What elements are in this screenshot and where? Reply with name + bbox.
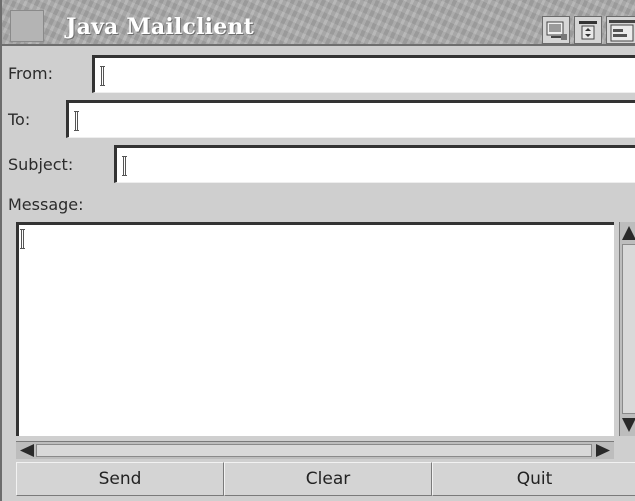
subject-field[interactable] <box>114 145 635 183</box>
text-cursor-icon <box>122 156 127 176</box>
horizontal-scroll-thumb[interactable] <box>36 444 592 457</box>
window-menu-button[interactable] <box>542 16 570 44</box>
send-button[interactable]: Send <box>16 462 224 496</box>
window-corner <box>10 10 44 42</box>
maximize-icon <box>609 20 635 42</box>
from-field[interactable] <box>92 55 635 93</box>
minimize-button[interactable] <box>574 16 602 44</box>
button-bar: Send Clear Quit <box>16 462 635 496</box>
from-label: From: <box>8 64 54 83</box>
maximize-button[interactable] <box>606 16 635 44</box>
message-textarea[interactable] <box>16 222 614 436</box>
vertical-scrollbar[interactable] <box>619 222 635 436</box>
text-cursor-icon <box>20 229 25 249</box>
title-bar[interactable]: Java Mailclient <box>2 0 635 46</box>
arrow-left-icon[interactable] <box>18 443 36 458</box>
message-label: Message: <box>8 195 84 214</box>
arrow-down-icon[interactable] <box>621 416 635 434</box>
text-cursor-icon <box>100 66 105 86</box>
vertical-scroll-thumb[interactable] <box>622 244 635 414</box>
text-cursor-icon <box>74 111 79 131</box>
arrow-up-icon[interactable] <box>621 224 635 242</box>
minimize-icon <box>579 21 597 40</box>
mailclient-window: Java Mailclient From: To: Subject: Messa… <box>0 0 635 501</box>
window-menu-icon <box>546 21 567 40</box>
clear-button[interactable]: Clear <box>224 462 432 496</box>
quit-button[interactable]: Quit <box>432 462 635 496</box>
window-title: Java Mailclient <box>66 14 254 40</box>
to-field[interactable] <box>66 100 635 138</box>
subject-label: Subject: <box>8 155 74 174</box>
arrow-right-icon[interactable] <box>594 443 612 458</box>
horizontal-scrollbar[interactable] <box>16 441 614 459</box>
to-label: To: <box>8 110 31 129</box>
